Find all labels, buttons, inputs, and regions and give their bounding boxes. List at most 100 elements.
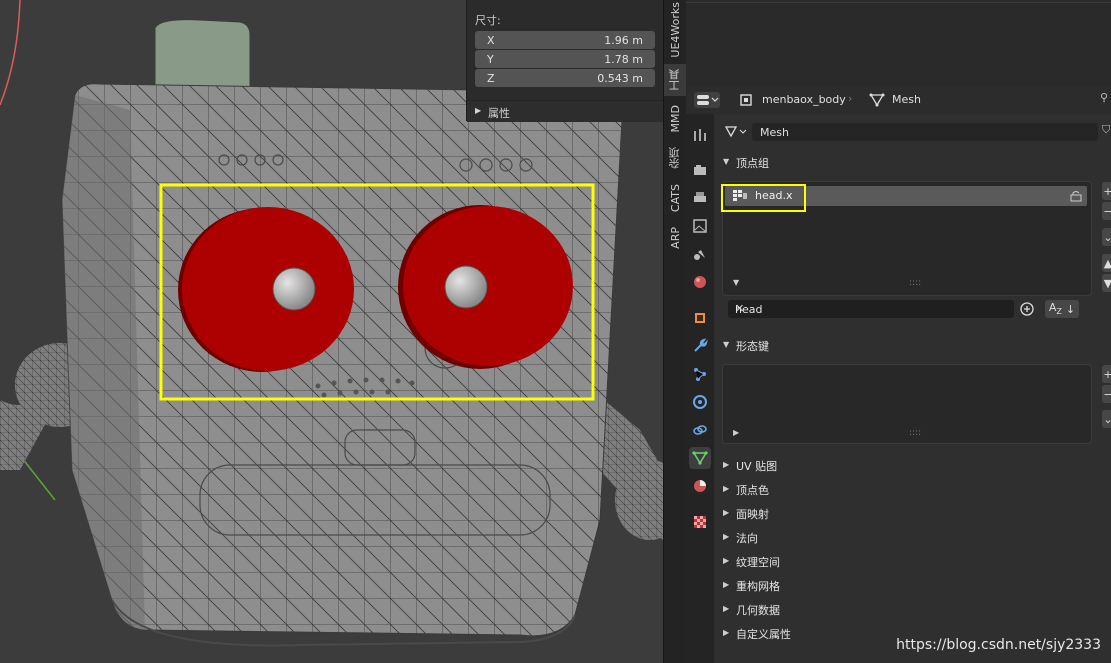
tab-misc[interactable]: 杂项 [664,142,686,174]
pin-icon[interactable]: ⚲ [1100,91,1108,104]
3d-viewport[interactable]: 尺寸: X 1.96 m Y 1.78 m Z 0.543 m ▶ 属性 :::… [0,0,663,663]
axis-value: 0.543 m [597,72,643,85]
mesh-data-icon [869,93,885,107]
dimension-y-field[interactable]: Y 1.78 m [475,50,655,68]
panel-title: 顶点色 [736,484,769,497]
tab-mmd[interactable]: MMD [664,102,686,136]
move-up-button[interactable]: ▲ [1102,254,1111,272]
drag-grip-icon[interactable]: :::: [488,105,658,115]
texture-space-panel-header[interactable]: ▶ 纹理空间 [714,549,1111,573]
tab-ue4works[interactable]: UE4Works [664,2,686,58]
vertex-group-highlight [721,184,806,212]
panel-title: 顶点组 [736,157,769,170]
remove-shape-key-button[interactable]: − [1102,385,1111,403]
mesh-properties-content: Mesh ⛉ ▼ 顶点组 head.x ▼ :::: head ✕ AZ ↓ + … [714,114,1111,663]
vertex-groups-panel-header[interactable]: ▼ 顶点组 [714,151,1111,173]
tab-label: 杂项 [668,147,681,169]
properties-editor: menbaox_body › Mesh ⚲ Mesh ⛉ ▼ 顶点组 head.… [686,0,1111,663]
invert-filter-button[interactable] [1018,300,1036,318]
object-icon [740,94,752,106]
dimension-z-field[interactable]: Z 0.543 m [475,69,655,87]
mesh-name-text: Mesh [760,126,789,139]
tab-label: CATS [668,183,682,213]
axis-label: Z [487,72,495,85]
outliner-area [686,0,1111,87]
world-icon [694,276,706,288]
shape-keys-panel-header[interactable]: ▼ 形态键 [714,334,1111,356]
vertex-group-filter-input[interactable]: head ✕ [728,300,1014,318]
add-shape-key-button[interactable]: + [1102,365,1111,383]
mesh-browse-icon[interactable] [724,124,750,140]
vertex-colors-panel-header[interactable]: ▶ 顶点色 [714,477,1111,501]
material-tab[interactable] [689,475,711,497]
geometry-data-panel-header[interactable]: ▶ 几何数据 [714,597,1111,621]
shape-key-specials-button[interactable]: ⌄ [1102,410,1111,428]
render-tab[interactable] [689,159,711,181]
mesh-name-field[interactable]: Mesh [752,123,1098,141]
tab-label: UE4Works [668,2,682,58]
sort-alpha-icon: AZ [1048,301,1062,317]
lock-icon[interactable] [1069,190,1083,202]
panel-title: 法向 [736,532,758,545]
add-vertex-group-button[interactable]: + [1102,182,1111,200]
tab-label: 工具 [668,69,681,91]
mesh-data-tab[interactable] [689,447,711,469]
breadcrumb-object: menbaox_body [762,93,846,106]
texture-tab[interactable] [689,511,711,533]
wrench-icon [694,338,708,352]
tab-cats[interactable]: CATS [664,180,686,216]
filter-toggle-icon[interactable]: ▶ [733,428,739,437]
remesh-panel-header[interactable]: ▶ 重构网格 [714,573,1111,597]
properties-subpanel-header[interactable]: ▶ 属性 :::: [467,100,663,122]
sidebar-item-panel: 尺寸: X 1.96 m Y 1.78 m Z 0.543 m ▶ 属性 :::… [466,0,663,122]
filter-toggle-icon[interactable]: ▼ [733,278,739,287]
vertex-group-specials-button[interactable]: ⌄ [1102,228,1111,246]
panel-title: 自定义属性 [736,628,791,641]
fake-user-shield-icon[interactable]: ⛉ [1102,123,1110,137]
resize-grip-icon[interactable]: :::: [909,428,921,438]
clear-icon[interactable]: ✕ [735,302,1009,315]
breadcrumb-separator-icon: › [848,92,853,105]
particles-icon [694,368,706,381]
panel-title: 重构网格 [736,580,780,593]
panel-title: 纹理空间 [736,556,780,569]
panel-title: 形态键 [736,340,769,353]
panel-title: 几何数据 [736,604,780,617]
particles-tab[interactable] [689,363,711,385]
scene-tab[interactable] [689,243,711,265]
panel-title: UV 贴图 [736,460,778,473]
shape-keys-list[interactable]: ▶ :::: [722,364,1092,444]
object-tab[interactable] [689,307,711,329]
output-tab[interactable] [689,187,711,209]
sort-down-icon: ↓ [1065,302,1076,316]
world-tab[interactable] [689,271,711,293]
move-down-button[interactable]: ▼ [1102,274,1111,292]
tab-arp[interactable]: ARP [664,222,686,254]
image-icon [693,219,707,233]
mesh-triangle-icon [692,451,708,465]
tool-icon [694,129,706,141]
resize-grip-icon[interactable]: :::: [909,278,921,288]
modifier-tab[interactable] [689,335,711,357]
constraints-tab[interactable] [689,419,711,441]
constraint-icon [693,425,707,435]
view-layer-tab[interactable] [689,215,711,237]
editor-type-button[interactable] [694,92,720,108]
axis-label: X [487,34,495,47]
physics-tab[interactable] [689,391,711,413]
breadcrumb-mesh: Mesh [892,93,921,106]
tool-tab[interactable] [689,124,711,146]
axis-value: 1.96 m [604,34,643,47]
checker-icon [694,516,706,528]
face-maps-panel-header[interactable]: ▶ 面映射 [714,501,1111,525]
uv-maps-panel-header[interactable]: ▶ UV 贴图 [714,453,1111,477]
normals-panel-header[interactable]: ▶ 法向 [714,525,1111,549]
editor-type-icon [697,95,719,105]
remove-vertex-group-button[interactable]: − [1102,202,1111,220]
tab-tools[interactable]: 工具 [664,64,686,96]
dimension-x-field[interactable]: X 1.96 m [475,31,655,49]
dimensions-label: 尺寸: [475,14,501,27]
sort-alpha-button[interactable]: AZ ↓ [1045,300,1079,318]
plus-circle-icon [1020,302,1034,316]
properties-tab-strip [686,114,714,663]
